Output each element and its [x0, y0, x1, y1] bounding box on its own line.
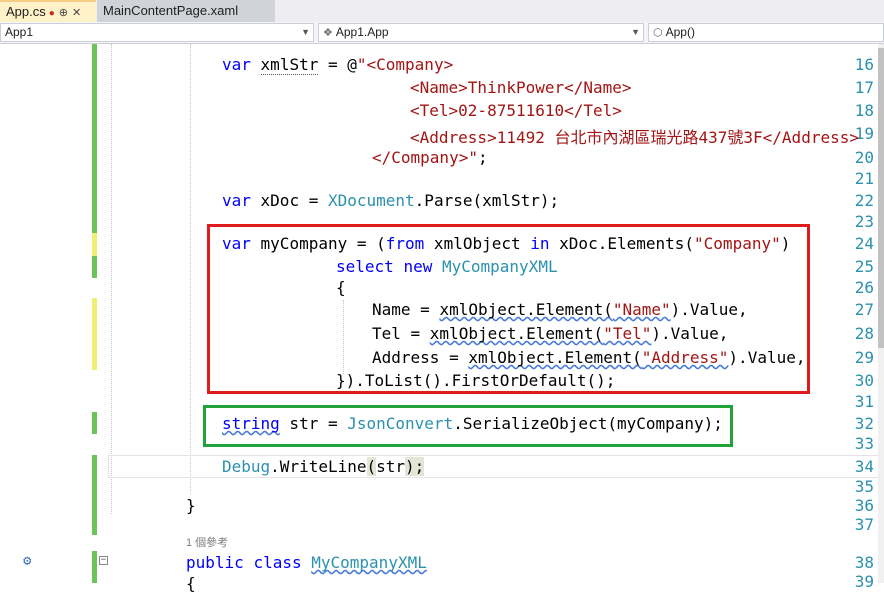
change-indicator-saved [92, 256, 97, 278]
indent-guide [190, 44, 191, 494]
class-dropdown[interactable]: ❖ App1.App ▼ [318, 23, 644, 42]
change-indicator-saved [92, 412, 97, 434]
code-line-17: <Name>ThinkPower</Name> [410, 78, 632, 97]
line-number: 20 [854, 148, 874, 167]
class-icon: ❖ [323, 27, 333, 39]
line-number: 35 [854, 477, 874, 496]
line-number: 17 [854, 78, 874, 97]
project-dropdown-value: App1 [5, 25, 34, 39]
tab-bar: App.cs ● ⊕ ✕ MainContentPage.xaml [0, 0, 884, 22]
pin-icon[interactable]: ⊕ [59, 7, 68, 19]
code-line-16: var xmlStr = @"<Company> [222, 55, 454, 75]
change-indicator-unsaved [92, 233, 97, 256]
tab-maincontentpage-xaml[interactable]: MainContentPage.xaml [97, 0, 275, 22]
member-dropdown[interactable]: ⬡ App() [648, 23, 884, 42]
change-indicator-saved [92, 44, 97, 189]
line-number: 30 [854, 371, 874, 390]
code-line-18: <Tel>02-87511610</Tel> [410, 101, 622, 120]
code-lens-icon[interactable]: ⚙ [23, 553, 31, 569]
line-number: 36 [854, 496, 874, 515]
dropdown-arrow-icon: ▼ [631, 27, 640, 37]
line-number: 29 [854, 348, 874, 367]
change-indicator-unsaved [92, 298, 97, 370]
highlight-box-serialize [203, 405, 733, 447]
dropdown-arrow-icon: ▼ [301, 27, 310, 37]
modified-indicator: ● [48, 8, 55, 19]
line-number: 22 [854, 191, 874, 210]
tab-label: MainContentPage.xaml [103, 3, 239, 18]
code-line-38: public class MyCompanyXML [186, 553, 427, 572]
code-line-20: </Company>"; [372, 148, 488, 167]
outline-collapse-icon[interactable]: − [99, 556, 108, 565]
project-dropdown[interactable]: App1 ▼ [0, 23, 314, 42]
line-number: 18 [854, 101, 874, 120]
line-number: 32 [854, 414, 874, 433]
line-number: 38 [854, 553, 874, 572]
change-indicator-saved [92, 189, 97, 233]
tab-label: App.cs [6, 4, 46, 19]
line-number: 24 [854, 234, 874, 253]
line-number: 33 [854, 434, 874, 453]
class-dropdown-value: App1.App [335, 25, 389, 39]
code-line-39: { [186, 574, 196, 593]
line-number: 27 [854, 300, 874, 319]
code-line-22: var xDoc = XDocument.Parse(xmlStr); [222, 191, 560, 210]
line-number: 31 [854, 392, 874, 411]
line-number: 26 [854, 278, 874, 297]
code-lens-references[interactable]: 1 個參考 [186, 534, 228, 550]
close-icon[interactable]: ✕ [72, 7, 81, 19]
navigation-bar: App1 ▼ ❖ App1.App ▼ ⬡ App() [0, 22, 884, 44]
code-line-34: Debug.WriteLine(str); [222, 457, 425, 476]
member-dropdown-value: App() [665, 25, 695, 39]
line-number: 16 [854, 55, 874, 74]
line-number: 21 [854, 169, 874, 188]
change-indicator-saved [92, 551, 97, 583]
line-number: 37 [854, 515, 874, 534]
indent-guide [111, 44, 112, 514]
highlight-box-linq-query [207, 224, 810, 394]
change-indicator-saved [92, 455, 97, 535]
tab-app-cs[interactable]: App.cs ● ⊕ ✕ [0, 0, 96, 22]
method-icon: ⬡ [653, 27, 663, 39]
line-number: 39 [854, 572, 874, 591]
code-line-36: } [186, 496, 196, 515]
scrollbar-thumb[interactable] [878, 48, 884, 348]
code-line-19: <Address>11492 台北市內湖區瑞光路437號3F</Address> [410, 128, 859, 147]
line-number-gutter [0, 44, 100, 583]
line-number: 25 [854, 257, 874, 276]
line-number: 28 [854, 324, 874, 343]
line-number: 23 [854, 212, 874, 231]
